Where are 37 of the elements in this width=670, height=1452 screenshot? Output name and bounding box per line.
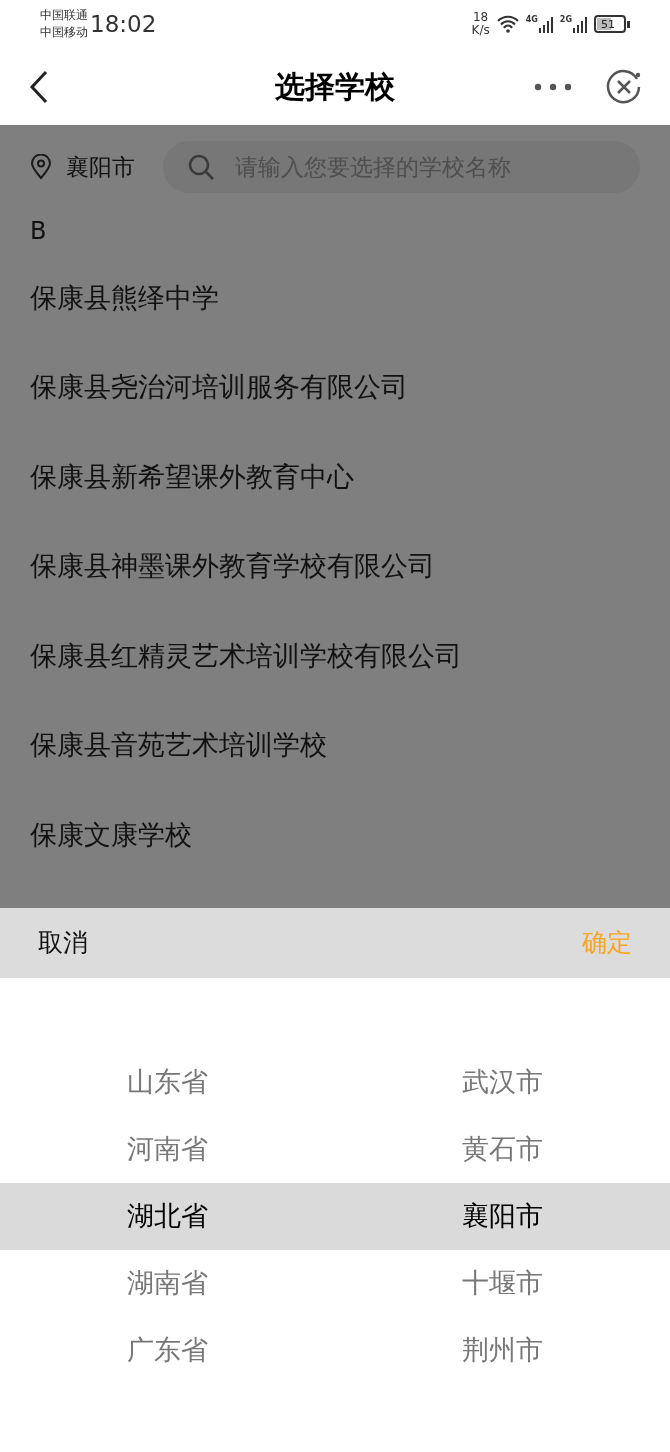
network-speed-unit: K/s: [471, 24, 490, 37]
province-option[interactable]: 湖北省: [127, 1196, 208, 1237]
city-option[interactable]: 黄石市: [462, 1129, 543, 1170]
school-item[interactable]: 保康文康学校: [30, 814, 192, 855]
index-letter: B: [30, 216, 47, 247]
province-option[interactable]: 广东省: [127, 1330, 208, 1371]
province-option[interactable]: 山东省: [127, 1062, 208, 1103]
city-option[interactable]: 武汉市: [462, 1062, 543, 1103]
province-option[interactable]: 河南省: [127, 1129, 208, 1170]
school-item[interactable]: 保康县熊绎中学: [30, 277, 219, 318]
signal-icon: [572, 15, 588, 33]
network-speed: 18: [473, 11, 489, 24]
search-icon: [187, 153, 215, 181]
carrier-name: 中国移动: [40, 24, 88, 41]
city-option[interactable]: 襄阳市: [462, 1196, 543, 1237]
cancel-button[interactable]: 取消: [38, 924, 88, 962]
province-option[interactable]: 湖南省: [127, 1263, 208, 1304]
back-icon[interactable]: [28, 69, 50, 104]
city-option[interactable]: 荆州市: [462, 1330, 543, 1371]
close-icon[interactable]: [606, 68, 642, 105]
city-selector[interactable]: 襄阳市: [66, 149, 135, 185]
clock-time: 18:02: [90, 9, 157, 39]
school-item[interactable]: 保康县音苑艺术培训学校: [30, 725, 327, 766]
more-icon[interactable]: [534, 82, 572, 91]
school-item[interactable]: 保康县神墨课外教育学校有限公司: [30, 546, 435, 587]
carrier-name: 中国联通: [40, 7, 88, 24]
city-option[interactable]: 十堰市: [462, 1263, 543, 1304]
school-item[interactable]: 保康县红精灵艺术培训学校有限公司: [30, 635, 462, 676]
location-pin-icon: [30, 154, 52, 180]
wifi-icon: [495, 15, 520, 33]
signal-icon: [537, 15, 554, 33]
page-title: 选择学校: [275, 68, 395, 106]
school-item[interactable]: 保康县新希望课外教育中心: [30, 456, 354, 497]
battery-level: 51: [600, 18, 615, 30]
school-item[interactable]: 保康县尧治河培训服务有限公司: [30, 367, 408, 408]
network-type: 4G: [525, 15, 538, 24]
network-type: 2G: [559, 15, 572, 24]
